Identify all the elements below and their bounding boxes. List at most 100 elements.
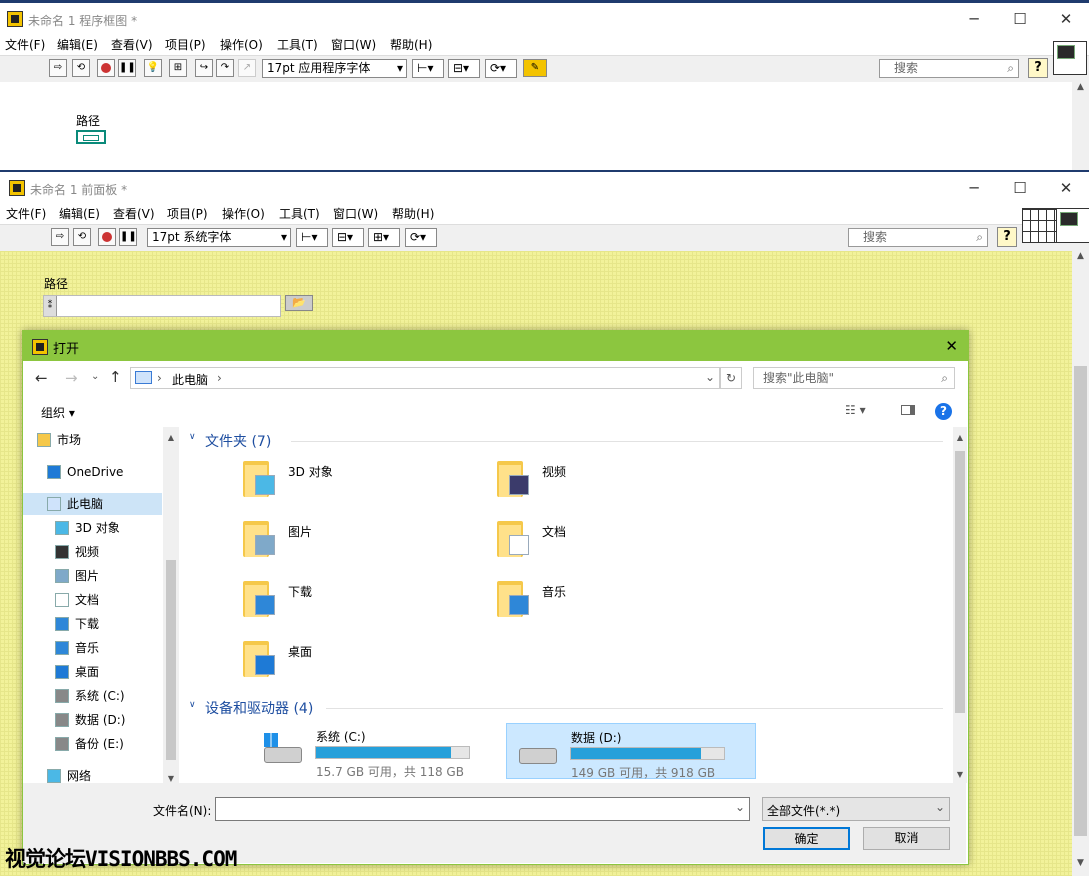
nav-item[interactable]: 备份 (E:)	[23, 733, 162, 755]
minimize-button[interactable]: ─	[951, 3, 997, 35]
nav-item[interactable]: 此电脑	[23, 493, 162, 515]
highlight-execution-icon[interactable]: 💡	[144, 59, 162, 77]
folder-item[interactable]: 音乐	[497, 577, 747, 633]
menu-view[interactable]: 查看(V)	[113, 205, 155, 222]
chevron-down-icon[interactable]: ⌄	[735, 800, 745, 814]
drive-item[interactable]: 系统 (C:) 15.7 GB 可用，共 118 GB	[252, 723, 502, 779]
nav-item[interactable]: OneDrive	[23, 461, 162, 483]
folder-item[interactable]: 文档	[497, 517, 747, 573]
menu-project[interactable]: 项目(P)	[167, 205, 208, 222]
block-diagram-scrollbar[interactable]: ▲	[1072, 82, 1089, 170]
context-help-button[interactable]: ?	[997, 227, 1017, 247]
align-objects-icon[interactable]: ⊢▾	[296, 228, 328, 247]
reorder-icon[interactable]: ⟳▾	[485, 59, 517, 78]
block-diagram-titlebar[interactable]: 未命名 1 程序框图 * ─ ☐ ✕	[0, 3, 1089, 35]
drives-group-header[interactable]: 设备和驱动器 (4)	[205, 698, 313, 718]
nav-item[interactable]: 视频	[23, 541, 162, 563]
dialog-close-button[interactable]: ✕	[945, 337, 958, 355]
menu-operate[interactable]: 操作(O)	[222, 205, 265, 222]
run-arrow-icon[interactable]: ⇨	[51, 228, 69, 246]
maximize-button[interactable]: ☐	[997, 3, 1043, 35]
menu-window[interactable]: 窗口(W)	[333, 205, 378, 222]
menu-file[interactable]: 文件(F)	[6, 205, 46, 222]
font-select[interactable]: 17pt 应用程序字体 ▾	[262, 59, 407, 78]
vi-icon[interactable]	[1056, 208, 1089, 243]
path-terminal[interactable]	[76, 130, 106, 144]
maximize-button[interactable]: ☐	[997, 172, 1043, 204]
refresh-button[interactable]: ↻	[720, 367, 742, 389]
distribute-objects-icon[interactable]: ⊟▾	[332, 228, 364, 247]
nav-item[interactable]: 图片	[23, 565, 162, 587]
forward-arrow-icon[interactable]: →	[65, 369, 78, 387]
ok-button[interactable]: 确定	[763, 827, 850, 850]
menu-tools[interactable]: 工具(T)	[279, 205, 320, 222]
nav-item[interactable]: 3D 对象	[23, 517, 162, 539]
preview-pane-icon[interactable]	[901, 405, 915, 415]
folder-item[interactable]: 图片	[243, 517, 493, 573]
clean-up-diagram-icon[interactable]: ✎	[523, 59, 547, 77]
menu-help[interactable]: 帮助(H)	[392, 205, 434, 222]
vi-icon[interactable]	[1053, 41, 1087, 75]
resize-objects-icon[interactable]: ⊞▾	[368, 228, 400, 247]
browse-folder-button[interactable]: 📂	[285, 295, 313, 311]
filename-input[interactable]: ⌄	[215, 797, 750, 821]
menu-edit[interactable]: 编辑(E)	[59, 205, 100, 222]
step-into-icon[interactable]: ↪	[195, 59, 213, 77]
align-objects-icon[interactable]: ⊢▾	[412, 59, 444, 78]
breadcrumb-this-pc[interactable]: 此电脑	[172, 371, 208, 388]
reorder-icon[interactable]: ⟳▾	[405, 228, 437, 247]
menu-view[interactable]: 查看(V)	[111, 36, 153, 53]
address-bar[interactable]: › 此电脑 › ⌄	[130, 367, 720, 389]
nav-pane-scrollbar[interactable]: ▲ ▼	[163, 427, 179, 787]
view-options-icon[interactable]: ☷ ▾	[845, 403, 866, 417]
step-over-icon[interactable]: ↷	[216, 59, 234, 77]
scroll-down-arrow-icon[interactable]: ▼	[1072, 858, 1089, 876]
abort-icon[interactable]	[97, 59, 115, 77]
search-input[interactable]: 搜索 ⌕	[848, 228, 988, 247]
menu-edit[interactable]: 编辑(E)	[57, 36, 98, 53]
menu-help[interactable]: 帮助(H)	[390, 36, 432, 53]
menu-tools[interactable]: 工具(T)	[277, 36, 318, 53]
close-button[interactable]: ✕	[1043, 172, 1089, 204]
close-button[interactable]: ✕	[1043, 3, 1089, 35]
menu-operate[interactable]: 操作(O)	[220, 36, 263, 53]
pause-icon[interactable]: ❚❚	[118, 59, 136, 77]
back-arrow-icon[interactable]: ←	[35, 369, 48, 387]
front-panel-titlebar[interactable]: 未命名 1 前面板 * ─ ☐ ✕	[0, 172, 1089, 204]
nav-item[interactable]: 音乐	[23, 637, 162, 659]
search-input[interactable]: 搜索 ⌕	[879, 59, 1019, 78]
font-select[interactable]: 17pt 系统字体 ▾	[147, 228, 291, 247]
nav-item[interactable]: 文档	[23, 589, 162, 611]
drive-item[interactable]: 数据 (D:) 149 GB 可用，共 918 GB	[506, 723, 756, 780]
nav-item[interactable]: 市场	[23, 429, 162, 451]
retain-wire-values-icon[interactable]: ⊞	[169, 59, 187, 77]
nav-item[interactable]: 桌面	[23, 661, 162, 683]
cancel-button[interactable]: 取消	[863, 827, 950, 850]
help-icon[interactable]: ?	[935, 403, 952, 420]
recent-locations-icon[interactable]: ⌄	[91, 371, 99, 382]
nav-item[interactable]: 系统 (C:)	[23, 685, 162, 707]
folder-item[interactable]: 下载	[243, 577, 493, 633]
menu-window[interactable]: 窗口(W)	[331, 36, 376, 53]
menu-file[interactable]: 文件(F)	[5, 36, 45, 53]
dialog-search-input[interactable]: 搜索"此电脑" ⌕	[753, 367, 955, 389]
collapse-chevron-icon[interactable]: ∨	[189, 432, 196, 442]
chevron-down-icon[interactable]: ⌄	[705, 370, 715, 384]
folder-item[interactable]: 桌面	[243, 637, 493, 693]
folders-group-header[interactable]: 文件夹 (7)	[205, 431, 271, 451]
run-continuous-icon[interactable]: ⟲	[72, 59, 90, 77]
nav-item[interactable]: 数据 (D:)	[23, 709, 162, 731]
nav-item[interactable]: 下载	[23, 613, 162, 635]
file-type-select[interactable]: 全部文件(*.*) ⌄	[762, 797, 950, 821]
up-arrow-icon[interactable]: ↑	[109, 368, 122, 386]
abort-icon[interactable]	[98, 228, 116, 246]
context-help-button[interactable]: ?	[1028, 58, 1048, 78]
connector-pane-icon[interactable]	[1022, 208, 1057, 243]
run-continuous-icon[interactable]: ⟲	[73, 228, 91, 246]
front-panel-scrollbar[interactable]: ▲ ▼	[1072, 251, 1089, 876]
menu-project[interactable]: 项目(P)	[165, 36, 206, 53]
folder-item[interactable]: 3D 对象	[243, 457, 493, 513]
collapse-chevron-icon[interactable]: ∨	[189, 700, 196, 710]
organize-button[interactable]: 组织 ▾	[41, 404, 75, 421]
minimize-button[interactable]: ─	[951, 172, 997, 204]
